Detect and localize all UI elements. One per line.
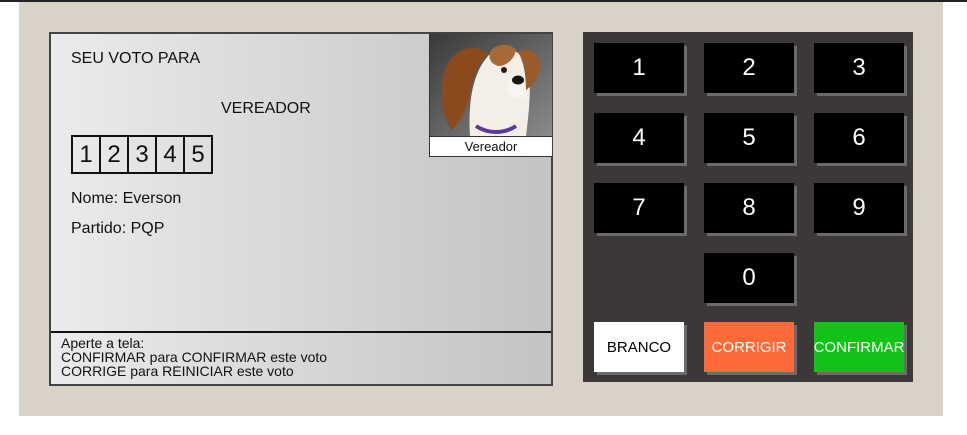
- candidate-party: Partido: PQP: [71, 220, 165, 237]
- key-6[interactable]: 6: [814, 113, 904, 163]
- vote-heading: SEU VOTO PARA: [71, 50, 201, 67]
- digit-box: 4: [155, 135, 185, 174]
- key-1[interactable]: 1: [594, 43, 684, 93]
- number-display: 1 2 3 4 5: [71, 135, 213, 174]
- confirmar-button[interactable]: CONFIRMAR: [814, 322, 904, 372]
- key-5[interactable]: 5: [704, 113, 794, 163]
- digit-box: 2: [99, 135, 129, 174]
- digit-box: 1: [71, 135, 101, 174]
- instructions-panel: Aperte a tela: CONFIRMAR para CONFIRMAR …: [51, 331, 551, 384]
- instructions-line: CONFIRMAR para CONFIRMAR este voto: [61, 349, 328, 365]
- key-9[interactable]: 9: [814, 183, 904, 233]
- candidate-name: Nome: Everson: [71, 190, 182, 207]
- branco-button[interactable]: BRANCO: [594, 322, 684, 372]
- key-4[interactable]: 4: [594, 113, 684, 163]
- key-7[interactable]: 7: [594, 183, 684, 233]
- keypad: 1 2 3 4 5 6 7 8 9 0 BRANCO CORRIGIR CONF…: [583, 32, 913, 382]
- photo-caption: Vereador: [430, 136, 552, 156]
- candidate-photo-frame: Vereador: [429, 34, 552, 157]
- key-2[interactable]: 2: [704, 43, 794, 93]
- key-0[interactable]: 0: [704, 253, 794, 303]
- digit-box: 3: [127, 135, 157, 174]
- corrigir-button[interactable]: CORRIGIR: [704, 322, 794, 372]
- ballot-screen: SEU VOTO PARA VEREADOR 1 2 3 4 5 Nome: E…: [49, 32, 553, 386]
- key-3[interactable]: 3: [814, 43, 904, 93]
- office-title: VEREADOR: [221, 100, 311, 117]
- instructions-line: CORRIGE para REINICIAR este voto: [61, 363, 294, 379]
- candidate-photo: [430, 34, 552, 136]
- digit-box: 5: [183, 135, 213, 174]
- key-8[interactable]: 8: [704, 183, 794, 233]
- instructions-line: Aperte a tela:: [61, 335, 145, 351]
